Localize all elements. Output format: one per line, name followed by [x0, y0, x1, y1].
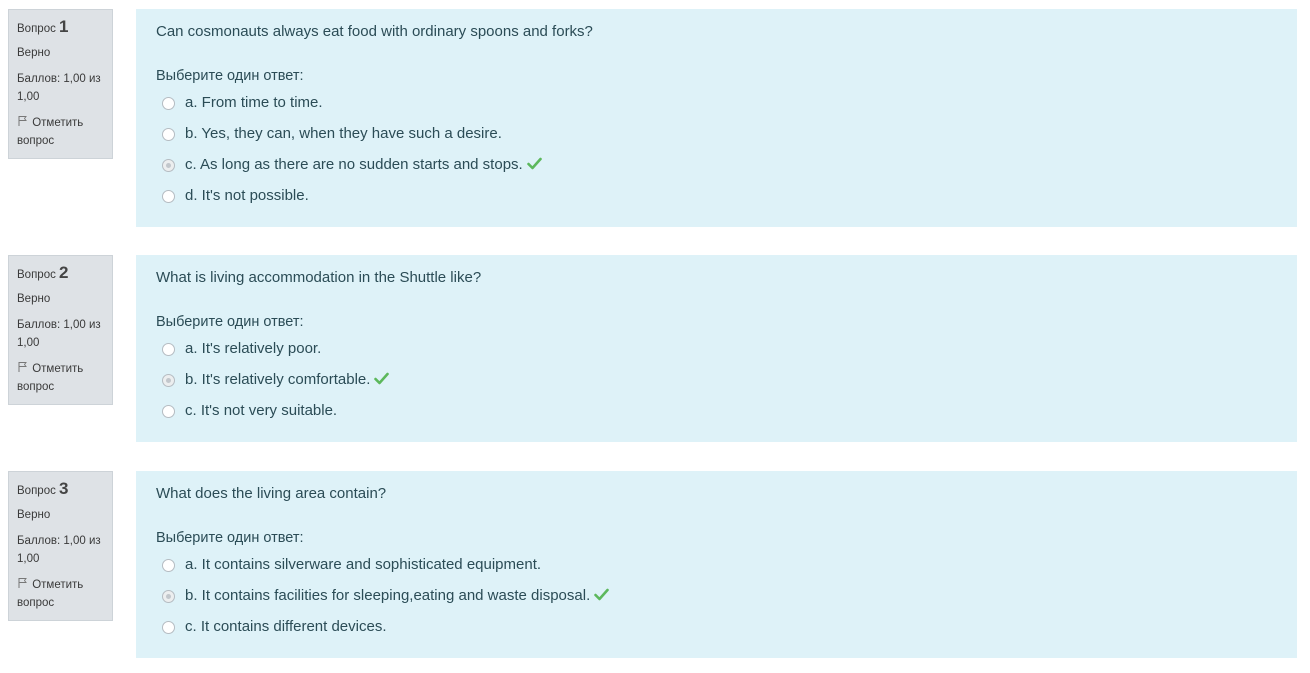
- answer-prompt: Выберите один ответ:: [156, 530, 304, 546]
- option-label[interactable]: b. It's relatively comfortable.: [185, 371, 370, 388]
- radio-a[interactable]: [162, 343, 175, 356]
- option-label[interactable]: b. Yes, they can, when they have such a …: [185, 125, 502, 142]
- question-info: Вопрос 2 Верно Баллов: 1,00 из 1,00 Отме…: [8, 255, 113, 405]
- option-label[interactable]: a. It contains silverware and sophistica…: [185, 556, 541, 573]
- radio-a[interactable]: [162, 559, 175, 572]
- question-state: Верно: [17, 47, 51, 59]
- flag-icon: [18, 362, 27, 372]
- radio-a[interactable]: [162, 97, 175, 110]
- question-state: Верно: [17, 293, 51, 305]
- radio-b[interactable]: [162, 128, 175, 141]
- question-grade: Баллов: 1,00 из 1,00: [17, 535, 101, 565]
- flag-question-button[interactable]: Отметить вопрос: [17, 576, 104, 612]
- option-label[interactable]: c. It's not very suitable.: [185, 402, 337, 419]
- option-label[interactable]: d. It's not possible.: [185, 187, 309, 204]
- question-label: Вопрос: [17, 23, 56, 35]
- question-info: Вопрос 3 Верно Баллов: 1,00 из 1,00 Отме…: [8, 471, 113, 621]
- option-label[interactable]: b. It contains facilities for sleeping,e…: [185, 587, 590, 604]
- question-label: Вопрос: [17, 269, 56, 281]
- flag-icon: [18, 116, 27, 126]
- radio-b[interactable]: [162, 374, 175, 387]
- option-label[interactable]: a. It's relatively poor.: [185, 340, 321, 357]
- answer-prompt: Выберите один ответ:: [156, 68, 304, 84]
- option-label[interactable]: c. It contains different devices.: [185, 618, 387, 635]
- radio-d[interactable]: [162, 190, 175, 203]
- question-grade: Баллов: 1,00 из 1,00: [17, 319, 101, 349]
- question-text: Can cosmonauts always eat food with ordi…: [156, 23, 593, 40]
- radio-c[interactable]: [162, 405, 175, 418]
- answer-prompt: Выберите один ответ:: [156, 314, 304, 330]
- option-label[interactable]: c. As long as there are no sudden starts…: [185, 156, 523, 173]
- question-content: Can cosmonauts always eat food with ordi…: [136, 9, 1297, 227]
- question-number: 1: [59, 17, 69, 36]
- check-icon: [526, 157, 542, 170]
- radio-c[interactable]: [162, 621, 175, 634]
- flag-question-button[interactable]: Отметить вопрос: [17, 360, 104, 396]
- check-icon: [374, 372, 390, 385]
- question-text: What is living accommodation in the Shut…: [156, 269, 482, 286]
- question-info: Вопрос 1 Верно Баллов: 1,00 из 1,00 Отме…: [8, 9, 113, 159]
- radio-c[interactable]: [162, 159, 175, 172]
- question-number: 3: [59, 479, 69, 498]
- question-text: What does the living area contain?: [156, 485, 387, 502]
- radio-b[interactable]: [162, 590, 175, 603]
- flag-icon: [18, 578, 27, 588]
- question-number: 2: [59, 263, 69, 282]
- question-content: What is living accommodation in the Shut…: [136, 255, 1297, 442]
- question-label: Вопрос: [17, 485, 56, 497]
- option-label[interactable]: a. From time to time.: [185, 94, 323, 111]
- question-state: Верно: [17, 509, 51, 521]
- question-grade: Баллов: 1,00 из 1,00: [17, 73, 101, 103]
- check-icon: [594, 588, 610, 601]
- flag-question-button[interactable]: Отметить вопрос: [17, 114, 104, 150]
- question-content: What does the living area contain? Выбер…: [136, 471, 1297, 658]
